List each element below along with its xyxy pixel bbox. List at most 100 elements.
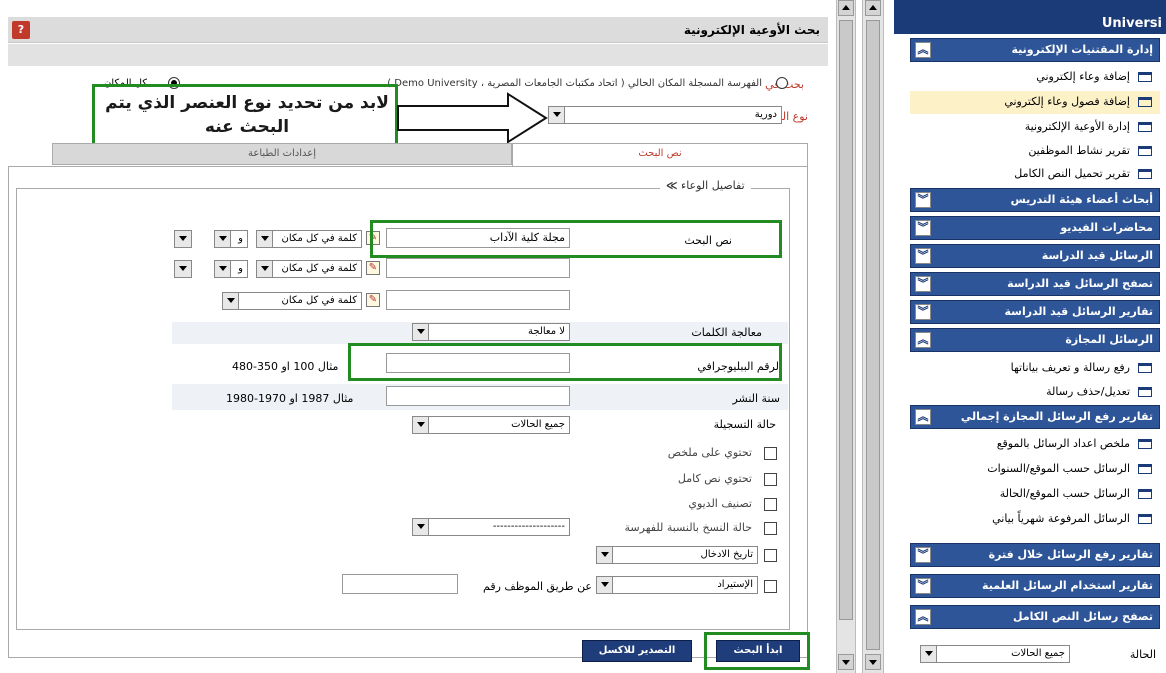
sidebar-item-fulltext-report[interactable]: تقرير تحميل النص الكامل [910, 163, 1160, 186]
callout-text: لابد من تحديد نوع العنصر الذي يتم البحث … [105, 93, 389, 137]
edit-icon[interactable]: ✎ [366, 293, 380, 307]
scroll-up-icon[interactable] [838, 0, 854, 16]
copy-status-select[interactable]: -------------------- [412, 518, 570, 536]
word-processing-value: لا معالجة [528, 326, 565, 337]
callout-arrow [397, 92, 548, 144]
sidebar-item-monthly-chart[interactable]: الرسائل المرفوعة شهرياً بياني [910, 508, 1160, 531]
chevron-down-icon [921, 646, 937, 662]
page-title: بحث الأوعية الإلكترونية [683, 23, 820, 37]
expand-down-icon[interactable]: ︾ [915, 304, 931, 320]
import-select[interactable]: الإستيراد [596, 576, 758, 594]
scroll-down-icon[interactable] [838, 654, 854, 670]
expand-down-icon[interactable]: ︾ [915, 276, 931, 292]
expand-down-icon[interactable]: ︾ [915, 578, 931, 594]
chevron-down-icon [215, 231, 231, 247]
item-label: رفع رسالة و تعريف بياناتها [1010, 361, 1130, 374]
reg-status-select[interactable]: جميع الحالات [412, 416, 570, 434]
section-browse-fulltext[interactable]: تصفح رسائل النص الكامل ︽ [910, 605, 1160, 629]
collapse-up-icon[interactable]: ︽ [915, 42, 931, 58]
details-legend[interactable]: تفاصيل الوعاء ≫ [660, 179, 751, 192]
tab-print-settings[interactable]: إعدادات الطباعة [52, 143, 512, 165]
has-abstract-checkbox[interactable] [764, 447, 777, 460]
folder-icon [1138, 146, 1152, 156]
section-upload-reports-period[interactable]: تقارير رفع الرسائل خلال فترة ︾ [910, 543, 1160, 567]
section-title: إدارة المقتنيات الإلكترونية [1011, 43, 1153, 56]
employee-input[interactable] [342, 574, 458, 594]
search-text-input-3[interactable] [386, 290, 570, 310]
chevron-down-icon [223, 293, 239, 309]
item-label: تعديل/حذف رسالة [1046, 385, 1130, 398]
section-video-lectures[interactable]: محاضرات الفيديو ︾ [910, 216, 1160, 240]
item-label: تقرير تحميل النص الكامل [1014, 167, 1130, 180]
copy-status-checkbox[interactable] [764, 522, 777, 535]
dewey-checkbox[interactable] [764, 498, 777, 511]
highlight-biblio-number [348, 343, 782, 381]
expand-down-icon[interactable]: ︾ [915, 192, 931, 208]
operator-select-1[interactable]: و [214, 230, 248, 248]
export-excel-button[interactable]: التصدير للاكسل [582, 640, 692, 662]
search-text-input-2[interactable] [386, 258, 570, 278]
section-title: تقارير رفع الرسائل خلال فترة [988, 548, 1153, 561]
section-approved-theses[interactable]: الرسائل المجازة ︽ [910, 328, 1160, 352]
row-action-select-1[interactable] [174, 230, 192, 248]
tab-search-text[interactable]: نص البحث [512, 143, 808, 166]
section-electronic-holdings[interactable]: إدارة المقتنيات الإلكترونية ︽ [910, 38, 1160, 62]
item-label: الرسائل حسب الموقع/الحالة [999, 487, 1130, 500]
section-theses-in-progress[interactable]: الرسائل قيد الدراسة ︾ [910, 244, 1160, 268]
section-usage-reports[interactable]: تقارير استخدام الرسائل العلمية ︾ [910, 574, 1160, 598]
expand-down-icon[interactable]: ︾ [915, 547, 931, 563]
expand-down-icon[interactable]: ︾ [915, 220, 931, 236]
has-fulltext-checkbox[interactable] [764, 473, 777, 486]
scroll-thumb[interactable] [839, 20, 853, 620]
item-label: ملخص اعداد الرسائل بالموقع [996, 437, 1130, 450]
match-select-1[interactable]: كلمة في كل مكان [256, 230, 362, 248]
edit-icon[interactable]: ✎ [366, 261, 380, 275]
expand-down-icon[interactable]: ︾ [915, 248, 931, 264]
section-theses-reports[interactable]: تقارير الرسائل قيد الدراسة ︾ [910, 300, 1160, 324]
reg-status-value: جميع الحالات [511, 419, 565, 430]
main-scrollbar[interactable] [836, 0, 856, 673]
match-value-2: كلمة في كل مكان [281, 263, 357, 274]
biblio-number-example: مثال 100 او 350-480 [232, 360, 339, 373]
collapse-icon[interactable]: ≫ [666, 179, 678, 192]
section-upload-reports-total[interactable]: تقارير رفع الرسائل المجازة إجمالي ︽ [910, 405, 1160, 429]
import-checkbox[interactable] [764, 580, 777, 593]
match-value-3: كلمة في كل مكان [281, 295, 357, 306]
item-label: الرسائل حسب الموقع/السنوات [987, 462, 1130, 475]
scroll-thumb[interactable] [866, 20, 880, 650]
sidebar-item-by-site-years[interactable]: الرسائل حسب الموقع/السنوات [910, 458, 1160, 481]
sidebar-item-edit-thesis[interactable]: تعديل/حذف رسالة [910, 381, 1160, 404]
collapse-up-icon[interactable]: ︽ [915, 409, 931, 425]
sidebar-item-add-electronic[interactable]: إضافة وعاء إلكتروني [910, 66, 1160, 89]
entry-date-checkbox[interactable] [764, 549, 777, 562]
help-icon[interactable]: ? [12, 21, 30, 39]
copy-status-value: -------------------- [492, 521, 565, 532]
item-label: إضافة فصول وعاء إلكتروني [1004, 95, 1130, 108]
scroll-down-icon[interactable] [865, 654, 881, 670]
has-abstract-label: تحتوي على ملخص [667, 446, 752, 459]
sidebar-scrollbar[interactable] [862, 0, 884, 673]
search-panel: بحث الأوعية الإلكترونية ? بحث في الفهرسة… [0, 0, 828, 673]
sidebar-item-add-chapters[interactable]: إضافة فصول وعاء إلكتروني [910, 91, 1160, 114]
sidebar-item-upload-thesis[interactable]: رفع رسالة و تعريف بياناتها [910, 357, 1160, 380]
match-select-3[interactable]: كلمة في كل مكان [222, 292, 362, 310]
section-browse-theses[interactable]: تصفح الرسائل قيد الدراسة ︾ [910, 272, 1160, 296]
operator-value-2: و [238, 263, 243, 274]
scroll-up-icon[interactable] [865, 0, 881, 16]
sidebar-item-manage-containers[interactable]: إدارة الأوعية الإلكترونية [910, 116, 1160, 139]
match-select-2[interactable]: كلمة في كل مكان [256, 260, 362, 278]
section-faculty-research[interactable]: أبحاث أعضاء هيئة التدريس ︾ [910, 188, 1160, 212]
collapse-up-icon[interactable]: ︽ [915, 332, 931, 348]
scope-radio-current[interactable] [776, 77, 788, 89]
sidebar-item-staff-activity[interactable]: تقرير نشاط الموظفين [910, 140, 1160, 163]
status-select[interactable]: جميع الحالات [920, 645, 1070, 663]
operator-select-2[interactable]: و [214, 260, 248, 278]
sidebar-item-summary-by-site[interactable]: ملخص اعداد الرسائل بالموقع [910, 433, 1160, 456]
item-type-select[interactable]: دورية [548, 106, 782, 124]
sidebar-item-by-site-status[interactable]: الرسائل حسب الموقع/الحالة [910, 483, 1160, 506]
entry-date-select[interactable]: تاريخ الادخال [596, 546, 758, 564]
word-processing-select[interactable]: لا معالجة [412, 323, 570, 341]
collapse-up-icon[interactable]: ︽ [915, 609, 931, 625]
pub-year-input[interactable] [386, 386, 570, 406]
row-action-select-2[interactable] [174, 260, 192, 278]
